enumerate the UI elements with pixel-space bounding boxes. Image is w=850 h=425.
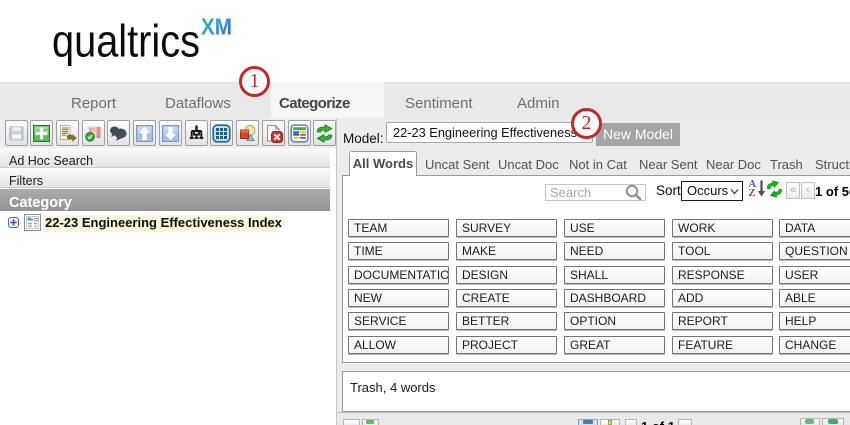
svg-text:XM: XM	[201, 13, 232, 39]
svg-text:qualtrics: qualtrics	[52, 16, 200, 67]
